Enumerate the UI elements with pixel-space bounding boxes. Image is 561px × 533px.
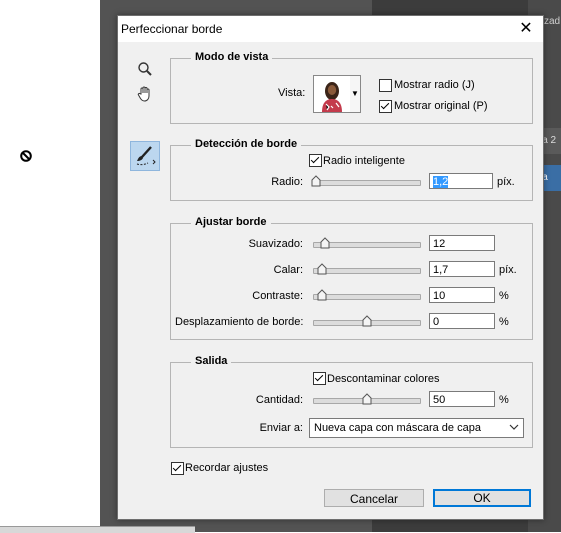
brush-icon (136, 146, 156, 166)
amount-slider[interactable] (313, 393, 421, 405)
send-to-value: Nueva capa con máscara de capa (314, 422, 481, 434)
not-allowed-icon (20, 150, 32, 162)
smooth-label: Suavizado: (248, 238, 303, 250)
show-radius-checkbox[interactable] (379, 79, 392, 92)
amount-slider-thumb[interactable] (362, 393, 372, 405)
magnifier-icon (138, 62, 152, 76)
contrast-slider-thumb[interactable] (317, 289, 327, 301)
radius-slider[interactable] (311, 175, 421, 187)
contrast-unit: % (499, 290, 509, 302)
feather-slider[interactable] (313, 263, 421, 275)
hand-icon (137, 86, 150, 102)
show-radius-label: Mostrar radio (J) (394, 79, 475, 91)
shift-edge-label: Desplazamiento de borde: (175, 316, 304, 328)
contrast-input[interactable]: 10 (429, 287, 495, 303)
send-to-label: Enviar a: (259, 422, 303, 434)
shift-edge-slider[interactable] (313, 315, 421, 327)
smart-radius-label: Radio inteligente (323, 155, 405, 167)
panel-label: zad (544, 16, 561, 27)
decontaminate-checkbox[interactable] (313, 372, 326, 385)
dialog-titlebar: Perfeccionar borde ✕ (118, 16, 543, 42)
remember-settings-label: Recordar ajustes (185, 462, 269, 474)
output-legend: Salida (191, 355, 232, 367)
show-original-checkbox[interactable] (379, 100, 392, 113)
amount-label: Cantidad: (255, 394, 303, 406)
radius-unit: píx. (497, 176, 515, 188)
shift-edge-slider-thumb[interactable] (362, 315, 372, 327)
edge-detection-group: Detección de borde Radio inteligente Rad… (170, 138, 533, 201)
send-to-select[interactable]: Nueva capa con máscara de capa (309, 418, 524, 438)
feather-unit: píx. (499, 264, 517, 276)
show-original-label: Mostrar original (P) (394, 100, 488, 112)
view-mode-legend: Modo de vista (191, 51, 273, 63)
amount-unit: % (499, 394, 509, 406)
shift-edge-input[interactable]: 0 (429, 313, 495, 329)
hand-tool[interactable] (134, 82, 156, 104)
radius-label: Radio: (271, 176, 303, 188)
view-dropdown-arrow[interactable]: ▼ (350, 75, 361, 113)
refine-edge-dialog: Perfeccionar borde ✕ Modo de vista Vista… (117, 15, 544, 520)
smart-radius-checkbox[interactable] (309, 154, 322, 167)
smooth-slider[interactable] (313, 237, 421, 249)
smooth-input[interactable]: 12 (429, 235, 495, 251)
feather-input[interactable]: 1,7 (429, 261, 495, 277)
canvas-area (0, 0, 100, 532)
refine-radius-tool[interactable] (130, 141, 160, 171)
zoom-tool[interactable] (134, 58, 156, 80)
dialog-title: Perfeccionar borde (121, 22, 223, 36)
ok-button[interactable]: OK (433, 489, 531, 507)
adjust-edge-group: Ajustar borde Suavizado: 12 Calar: 1,7 p… (170, 216, 533, 340)
view-label: Vista: (278, 87, 306, 99)
output-group: Salida Descontaminar colores Cantidad: 5… (170, 355, 533, 448)
feather-slider-thumb[interactable] (317, 263, 327, 275)
edge-detection-legend: Detección de borde (191, 138, 302, 150)
smooth-slider-thumb[interactable] (320, 237, 330, 249)
amount-input[interactable]: 50 (429, 391, 495, 407)
radius-input[interactable]: 1,2 (429, 173, 493, 189)
cancel-button[interactable]: Cancelar (324, 489, 424, 507)
radius-value: 1,2 (433, 176, 449, 188)
view-mode-group: Modo de vista Vista: ▼ Mostrar radio (J)… (170, 51, 533, 124)
decontaminate-label: Descontaminar colores (327, 373, 440, 385)
contrast-label: Contraste: (252, 290, 303, 302)
remember-settings-checkbox[interactable] (171, 462, 184, 475)
close-button[interactable]: ✕ (509, 16, 543, 42)
adjust-edge-legend: Ajustar borde (191, 216, 271, 228)
feather-label: Calar: (273, 264, 303, 276)
contrast-slider[interactable] (313, 289, 421, 301)
view-preview-thumbnail[interactable] (313, 75, 351, 113)
radius-slider-thumb[interactable] (311, 175, 321, 187)
chevron-down-icon (509, 424, 519, 430)
shift-edge-unit: % (499, 316, 509, 328)
portrait-thumbnail-icon (322, 82, 342, 112)
